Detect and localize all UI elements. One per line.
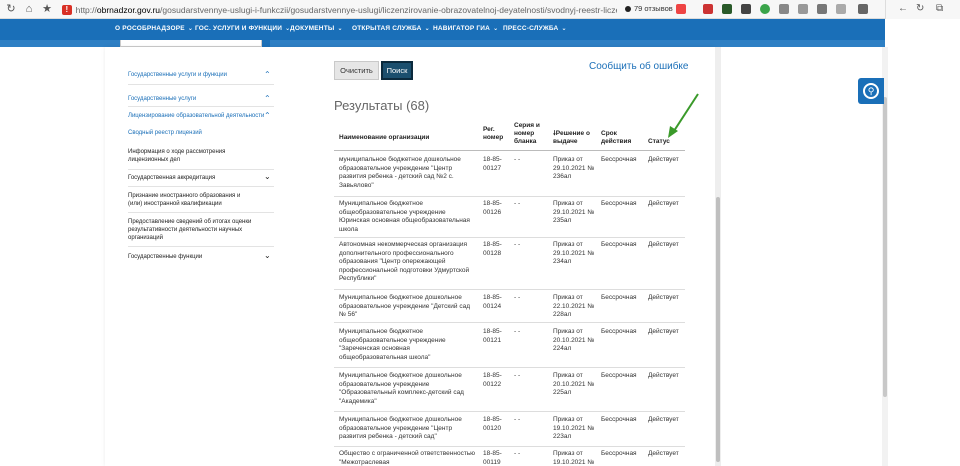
chevron-up-icon[interactable]: ⌃ xyxy=(264,70,271,79)
url-path: /gosudarstvennye-uslugi-i-funkczii/gosud… xyxy=(160,4,617,15)
extension-icon-gray[interactable] xyxy=(779,4,789,14)
sidebar-item-science-results[interactable]: Предоставление сведений об итогах оценки… xyxy=(128,218,254,242)
col-header-reg: Рег. номер xyxy=(483,126,504,141)
nav-item-about[interactable]: О РОСОБРНАДЗОРЕ ⌄ xyxy=(115,25,193,32)
not-secure-icon[interactable]: ! xyxy=(62,4,72,15)
site-search-input[interactable] xyxy=(120,40,262,47)
extension-icon-red[interactable] xyxy=(703,4,713,14)
sidebar-item-gov-services[interactable]: Государственные услуги xyxy=(128,95,196,103)
reviews-icon xyxy=(625,5,631,12)
chevron-down-icon: ⌄ xyxy=(187,26,194,32)
site-search-bar xyxy=(0,40,885,47)
bookmarks-icon[interactable]: ★ xyxy=(40,2,54,16)
reload-icon[interactable]: ↻ xyxy=(4,2,18,16)
page-scrollbar-thumb[interactable] xyxy=(883,97,887,397)
nav-item-press[interactable]: ПРЕСС-СЛУЖБА ⌄ xyxy=(503,25,567,32)
open-external-icon[interactable]: ⧉ xyxy=(936,3,943,14)
translate-extension-icon[interactable] xyxy=(798,4,808,14)
nav-item-services[interactable]: ГОС. УСЛУГИ И ФУНКЦИИ ⌄ xyxy=(195,25,290,32)
clear-button[interactable]: Очистить xyxy=(334,61,379,80)
side-panel-toolbar: ← ↻ ⧉ xyxy=(885,0,960,19)
extensions-menu-icon[interactable] xyxy=(836,4,846,14)
reload-side-icon[interactable]: ↻ xyxy=(916,3,924,14)
shield-extension-icon[interactable] xyxy=(760,4,770,14)
chevron-down-icon[interactable]: ⌄ xyxy=(264,251,271,260)
nav-item-open-service[interactable]: ОТКРЫТАЯ СЛУЖБА ⌄ xyxy=(352,25,430,32)
col-header-name: Наименование организации xyxy=(339,134,430,141)
chevron-down-icon: ⌄ xyxy=(337,26,343,32)
window-icon[interactable] xyxy=(858,4,868,14)
sidebar-item-services-functions[interactable]: Государственные услуги и функции xyxy=(128,71,227,79)
results-title: Результаты (68) xyxy=(334,98,430,113)
site-main-nav: О РОСОБРНАДЗОРЕ ⌄ ГОС. УСЛУГИ И ФУНКЦИИ ⌄ … xyxy=(0,19,885,40)
sidebar-item-license-registry[interactable]: Сводный реестр лицензий xyxy=(128,129,202,137)
chevron-down-icon: ⌄ xyxy=(424,26,430,32)
col-header-series: Серия и номер бланка xyxy=(514,122,540,145)
reviews-badge[interactable]: 79 отзывов xyxy=(625,4,673,13)
chevron-down-icon: ⌄ xyxy=(561,26,567,32)
report-error-link[interactable]: Сообщить об ошибке xyxy=(589,61,688,72)
sidebar-item-gov-functions[interactable]: Государственные функции xyxy=(128,253,202,261)
home-icon[interactable]: ⌂ xyxy=(22,2,36,16)
page-background xyxy=(721,47,885,466)
url-host: obrnadzor.gov.ru xyxy=(96,4,161,15)
extension-icon-dark[interactable] xyxy=(741,4,751,14)
address-bar[interactable]: ! http:// obrnadzor.gov.ru /gosudarstven… xyxy=(62,2,617,17)
sidebar-item-accreditation[interactable]: Государственная аккредитация xyxy=(128,174,215,182)
annotation-arrow-icon xyxy=(668,93,699,138)
bookmark-extension-icon[interactable] xyxy=(676,4,686,14)
site-search-button[interactable] xyxy=(262,40,270,47)
chevron-down-icon: ⌄ xyxy=(493,26,499,32)
nav-item-documents[interactable]: ДОКУМЕНТЫ ⌄ xyxy=(290,25,343,32)
chevron-up-icon[interactable]: ⌃ xyxy=(264,94,271,103)
back-icon[interactable]: ← xyxy=(898,3,908,14)
chevron-up-icon[interactable]: ⌃ xyxy=(264,111,271,120)
col-header-decision[interactable]: 🠗Решение о выдаче xyxy=(553,130,595,146)
content-scrollbar-thumb[interactable] xyxy=(716,197,720,462)
move-extension-icon[interactable] xyxy=(817,4,827,14)
extension-icon-green[interactable] xyxy=(722,4,732,14)
col-header-status: Статус xyxy=(648,138,670,145)
sidebar-item-licensing[interactable]: Лицензирование образовательной деятельно… xyxy=(128,112,264,120)
sidebar-item-foreign-education[interactable]: Признание иностранного образования и (ил… xyxy=(128,192,253,208)
col-header-term: Срок действия xyxy=(601,130,632,145)
nav-item-gia-navigator[interactable]: НАВИГАТОР ГИА ⌄ xyxy=(433,25,498,32)
search-button[interactable]: Поиск xyxy=(381,61,413,80)
accessibility-button[interactable]: ⚲ xyxy=(858,78,884,104)
chevron-down-icon[interactable]: ⌄ xyxy=(264,172,271,181)
sidebar-item-license-cases[interactable]: Информация о ходе рассмотрения лицензион… xyxy=(128,148,228,164)
url-prefix: http:// xyxy=(75,4,97,15)
accessibility-icon: ⚲ xyxy=(863,83,879,99)
page-scrollbar[interactable] xyxy=(882,47,888,466)
